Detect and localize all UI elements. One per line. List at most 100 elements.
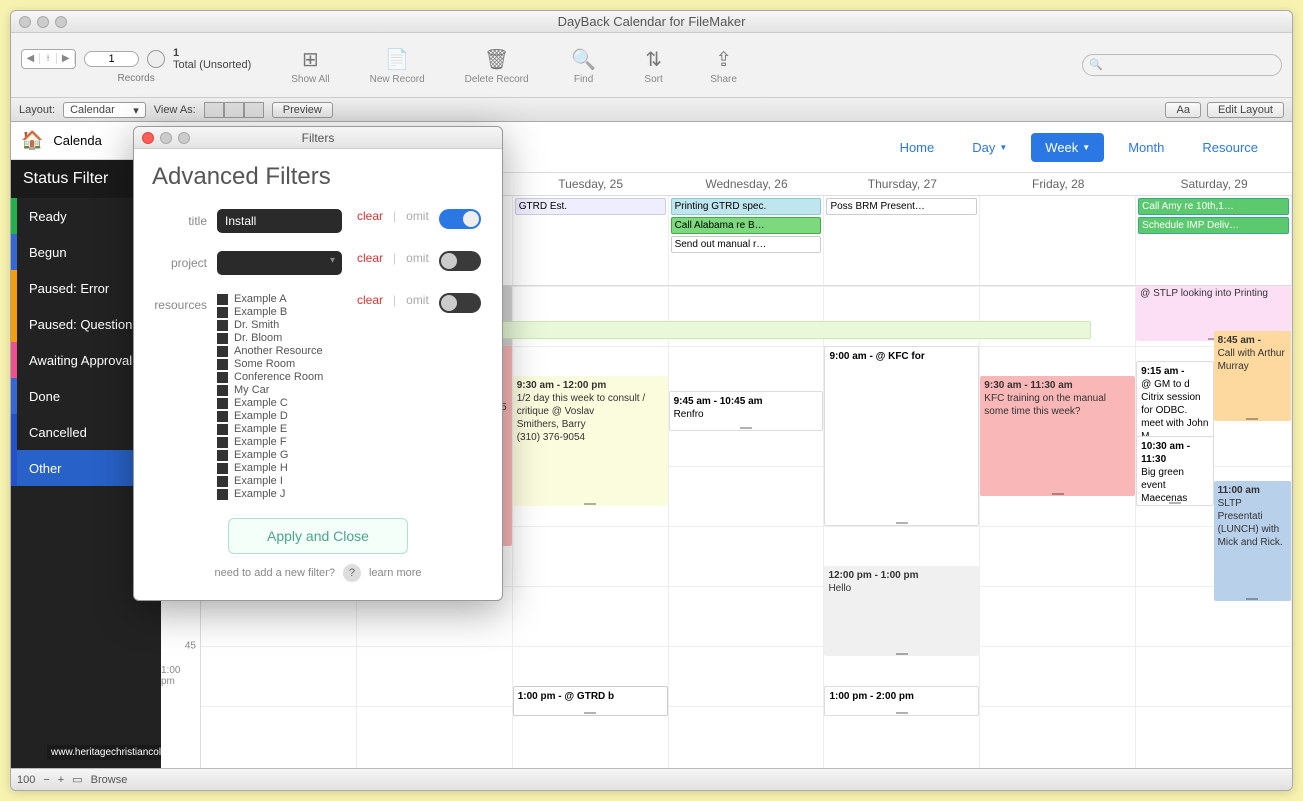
filter-title-input[interactable]	[217, 209, 342, 233]
sort-button[interactable]: ⇅Sort	[639, 46, 669, 85]
records-group: ◀⟊▶ 1 1 Total (Unsorted) Records	[21, 47, 251, 84]
resource-item[interactable]: Example I	[217, 475, 347, 487]
allday-event[interactable]: Printing GTRD spec.	[671, 198, 822, 215]
filter-row-label: title	[152, 209, 207, 228]
day-header: Wednesday, 26	[669, 173, 825, 195]
help-icon[interactable]: ?	[343, 564, 361, 582]
resource-item[interactable]: Example D	[217, 410, 347, 422]
zoom-value[interactable]: 100	[17, 774, 35, 786]
allday-event[interactable]: Poss BRM Present…	[826, 198, 977, 215]
resource-item[interactable]: My Car	[217, 384, 347, 396]
zoom-in-icon[interactable]: +	[58, 774, 64, 786]
resource-item[interactable]: Some Room	[217, 358, 347, 370]
resource-item[interactable]: Example J	[217, 488, 347, 500]
calendar-event[interactable]: 9:30 am - 11:30 amKFC training on the ma…	[980, 376, 1135, 496]
delete-record-button[interactable]: 🗑Delete Record	[465, 46, 529, 85]
allday-event[interactable]: Call Amy re 10th,1…	[1138, 198, 1289, 215]
record-total-label: Total (Unsorted)	[173, 59, 251, 71]
nav-resource[interactable]: Resource	[1188, 133, 1272, 162]
filter-omit-label: omit	[406, 209, 429, 223]
view-as-label: View As:	[154, 104, 196, 116]
resource-item[interactable]: Example C	[217, 397, 347, 409]
day-column: 8:00 am - 9:00 am@ STLP looking into Pri…	[1136, 286, 1292, 768]
nav-day[interactable]: Day ▼	[958, 133, 1021, 162]
resource-item[interactable]: Dr. Bloom	[217, 332, 347, 344]
allday-event[interactable]: GTRD Est.	[515, 198, 666, 215]
calendar-event[interactable]: 9:00 am - @ KFC for	[824, 346, 979, 526]
calendar-event[interactable]: 12:00 pm - 1:00 pmHello	[824, 566, 979, 656]
zoom-icon[interactable]	[55, 16, 67, 28]
toolbar-search[interactable]	[1082, 54, 1282, 76]
toggle-panel-icon[interactable]: ▭	[72, 773, 82, 786]
filter-rows: title clear | omit project clear | omit …	[152, 209, 484, 500]
calendar-event[interactable]: 1:00 pm - 2:00 pm	[824, 686, 979, 716]
filter-clear[interactable]: clear	[357, 293, 383, 307]
calendar-event[interactable]: 8:45 am -Call with Arthur Murray	[1214, 331, 1291, 421]
calendar-event[interactable]: 1:00 pm - @ GTRD b	[513, 686, 668, 716]
calendar-event[interactable]: 11:00 amSLTP Presentati (LUNCH) with Mic…	[1214, 481, 1291, 601]
nav-week[interactable]: Week ▼	[1031, 133, 1104, 162]
edit-layout-button[interactable]: Edit Layout	[1207, 102, 1284, 118]
resource-item[interactable]: Another Resource	[217, 345, 347, 357]
minimize-icon[interactable]	[37, 16, 49, 28]
allday-col: GTRD Est.	[513, 196, 669, 285]
filter-title: Filters	[134, 131, 502, 145]
apply-close-button[interactable]: Apply and Close	[228, 518, 408, 554]
filter-resource-list: Example AExample BDr. SmithDr. BloomAnot…	[217, 293, 347, 500]
record-slider[interactable]: 1	[84, 51, 139, 67]
bottom-status-bar: 100 − + ▭ Browse	[11, 768, 1292, 790]
calendar-event[interactable]: 9:15 am -@ GM to d Citrix session for OD…	[1136, 361, 1213, 441]
filter-omit-toggle[interactable]	[439, 251, 481, 271]
resource-item[interactable]: Example H	[217, 462, 347, 474]
filter-omit-toggle[interactable]	[439, 209, 481, 229]
resource-item[interactable]: Example A	[217, 293, 347, 305]
resource-item[interactable]: Example G	[217, 449, 347, 461]
aa-button[interactable]: Aa	[1165, 102, 1200, 118]
resource-item[interactable]: Conference Room	[217, 371, 347, 383]
record-total: 1	[173, 47, 251, 59]
find-button[interactable]: 🔍Find	[569, 46, 599, 85]
allday-col: Call Amy re 10th,1… Schedule IMP Deliv…	[1136, 196, 1292, 285]
allday-event[interactable]: Send out manual r…	[671, 236, 822, 253]
time-label: 45	[185, 641, 196, 652]
layout-bar: Layout: Calendar View As: Preview Aa Edi…	[11, 98, 1292, 122]
calendar-tab[interactable]: Calenda	[53, 133, 101, 148]
calendar-event[interactable]: 9:30 am - 12:00 pm1/2 day this week to c…	[513, 376, 668, 506]
calendar-event[interactable]: 10:30 am - 11:30Big green event Maecenas…	[1136, 436, 1213, 506]
time-label: 1:00 pm	[161, 665, 196, 687]
filter-clear[interactable]: clear	[357, 251, 383, 265]
day-header: Friday, 28	[980, 173, 1136, 195]
zoom-out-icon[interactable]: −	[43, 774, 49, 786]
view-as-buttons[interactable]	[204, 102, 264, 118]
preview-button[interactable]: Preview	[272, 102, 333, 118]
filter-omit-toggle[interactable]	[439, 293, 481, 313]
day-column: 9:00 am - @ KFC for 12:00 pm - 1:00 pmHel…	[824, 286, 980, 768]
calendar-event[interactable]: 9:45 am - 10:45 amRenfro	[669, 391, 824, 431]
allday-event[interactable]: Call Alabama re B…	[671, 217, 822, 234]
filter-clear[interactable]: clear	[357, 209, 383, 223]
main-toolbar: ◀⟊▶ 1 1 Total (Unsorted) Records ⊞Show A…	[11, 33, 1292, 98]
resource-item[interactable]: Dr. Smith	[217, 319, 347, 331]
filter-heading: Advanced Filters	[152, 163, 484, 191]
resource-item[interactable]: Example B	[217, 306, 347, 318]
new-record-button[interactable]: 📄New Record	[370, 46, 425, 85]
learn-prefix: need to add a new filter?	[214, 567, 334, 579]
resource-item[interactable]: Example F	[217, 436, 347, 448]
record-nav[interactable]: ◀⟊▶	[21, 49, 76, 69]
resource-item[interactable]: Example E	[217, 423, 347, 435]
window-title: DayBack Calendar for FileMaker	[11, 14, 1292, 29]
show-all-button[interactable]: ⊞Show All	[291, 46, 329, 85]
day-header: Saturday, 29	[1136, 173, 1292, 195]
browse-mode[interactable]: Browse	[91, 774, 128, 786]
layout-select[interactable]: Calendar	[63, 102, 146, 118]
filter-project-select[interactable]	[217, 251, 342, 275]
allday-event[interactable]: Schedule IMP Deliv…	[1138, 217, 1289, 234]
day-header: Thursday, 27	[824, 173, 980, 195]
close-icon[interactable]	[19, 16, 31, 28]
nav-home[interactable]: Home	[886, 133, 949, 162]
home-icon[interactable]: 🏠	[21, 130, 43, 151]
learn-more-link[interactable]: learn more	[369, 567, 422, 579]
nav-month[interactable]: Month	[1114, 133, 1178, 162]
day-column: 9:30 am - 11:30 amKFC training on the ma…	[980, 286, 1136, 768]
share-button[interactable]: ⇪Share	[709, 46, 739, 85]
